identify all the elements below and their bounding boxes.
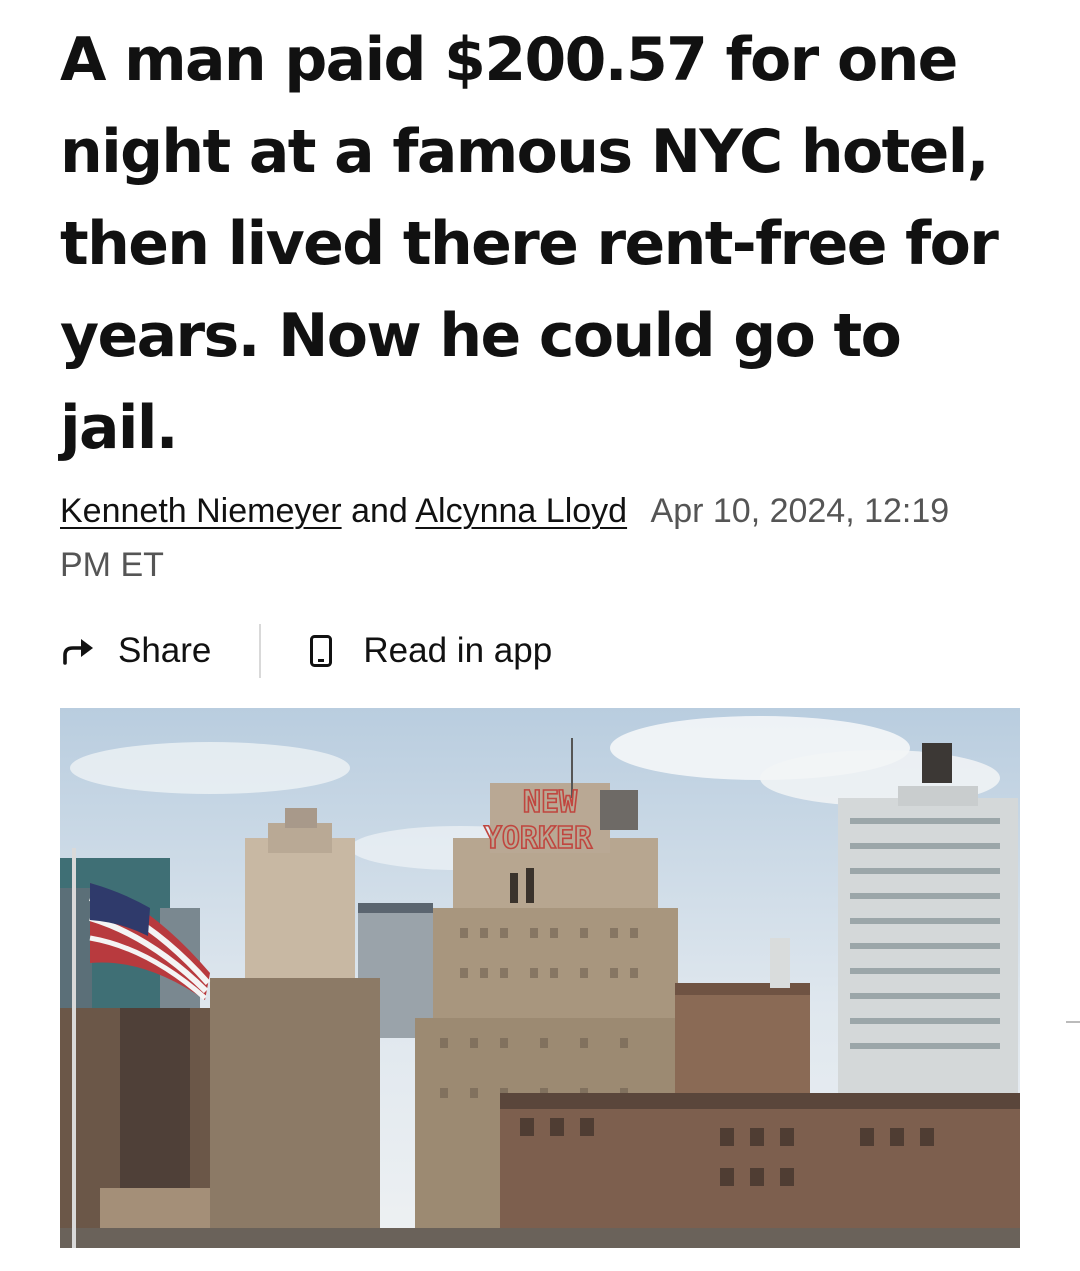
hero-sign-line-2: YORKER (484, 821, 593, 856)
article-headline: A man paid $200.57 for one night at a fa… (60, 25, 999, 463)
read-in-app-button[interactable]: Read in app (309, 631, 552, 671)
author-link-1[interactable]: Kenneth Niemeyer (60, 492, 342, 530)
hero-image: NEW YORKER (60, 708, 1020, 1248)
edge-indicator (1066, 1021, 1080, 1023)
read-in-app-label: Read in app (363, 631, 553, 670)
phone-icon (309, 634, 363, 668)
share-button[interactable]: Share (60, 631, 211, 671)
share-arrow-icon (60, 637, 118, 665)
author-joiner: and (351, 492, 408, 530)
article-actions: Share Read in app (60, 622, 552, 680)
hero-sign-line-1: NEW (523, 785, 578, 820)
author-link-2[interactable]: Alcynna Lloyd (415, 492, 627, 530)
byline: Kenneth Niemeyer and Alcynna Lloyd Apr 1… (60, 484, 960, 592)
actions-divider (259, 624, 262, 678)
share-label: Share (118, 631, 212, 670)
